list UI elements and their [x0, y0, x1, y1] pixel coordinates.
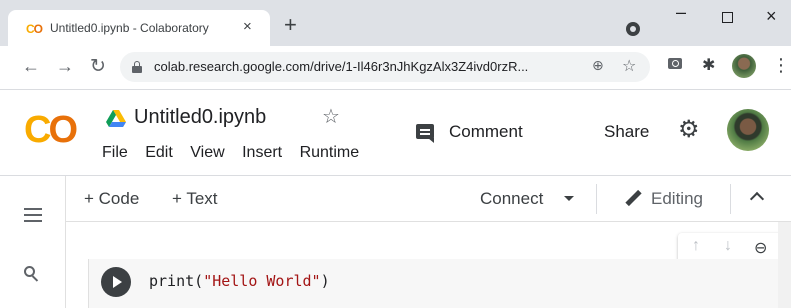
lock-icon[interactable]: [132, 61, 142, 73]
reload-icon[interactable]: ↻: [90, 55, 106, 78]
left-sidebar: [0, 176, 66, 308]
add-code-button[interactable]: + Code: [84, 189, 139, 209]
connect-button[interactable]: Connect: [480, 189, 543, 209]
account-avatar[interactable]: [727, 109, 769, 151]
window-close-button[interactable]: ×: [766, 6, 777, 27]
menu-view[interactable]: View: [190, 144, 224, 162]
code-editor[interactable]: print("Hello World"): [149, 272, 330, 290]
add-text-button[interactable]: + Text: [172, 189, 218, 209]
move-cell-up-icon[interactable]: ↑: [692, 237, 700, 255]
window-minimize-button[interactable]: –: [676, 2, 686, 23]
menu-bar: File Edit View Insert Runtime: [102, 144, 372, 162]
address-bar[interactable]: colab.research.google.com/drive/1-Il46r3…: [120, 52, 650, 82]
table-of-contents-icon[interactable]: [24, 208, 42, 222]
run-cell-button[interactable]: [101, 267, 131, 297]
toolbar-divider: [730, 184, 731, 214]
colab-header: CO Untitled0.ipynb ☆ File Edit View Inse…: [0, 90, 791, 176]
menu-edit[interactable]: Edit: [145, 144, 173, 162]
menu-dots-icon[interactable]: ⋮: [772, 55, 790, 76]
notebook-cells: ↑ ↓ ⊖ print("Hello World"): [66, 222, 791, 308]
forward-arrow-icon[interactable]: →: [56, 56, 74, 77]
star-icon[interactable]: ☆: [322, 104, 340, 129]
bookmark-star-icon[interactable]: ☆: [622, 56, 636, 76]
puzzle-icon[interactable]: ✱: [702, 55, 715, 75]
tab-close-icon[interactable]: ×: [243, 18, 252, 35]
comment-label: Comment: [449, 122, 523, 141]
back-arrow-icon[interactable]: ←: [22, 56, 40, 77]
notebook-title[interactable]: Untitled0.ipynb: [134, 106, 266, 129]
editing-mode-label[interactable]: Editing: [651, 189, 703, 209]
browser-tab[interactable]: CO Untitled0.ipynb - Colaboratory ×: [8, 10, 270, 46]
url-text[interactable]: colab.research.google.com/drive/1-Il46r3…: [154, 59, 528, 74]
window-maximize-button[interactable]: [722, 12, 733, 23]
browser-toolbar: ← → ↻ colab.research.google.com/drive/1-…: [0, 46, 791, 90]
new-tab-button[interactable]: +: [284, 14, 297, 36]
share-button[interactable]: Share: [604, 122, 649, 142]
google-drive-icon[interactable]: [106, 110, 126, 128]
search-icon[interactable]: [24, 266, 40, 282]
chevron-up-icon[interactable]: [749, 191, 765, 207]
chevron-down-icon[interactable]: [564, 196, 574, 201]
colab-favicon-icon: CO: [26, 22, 43, 36]
move-cell-down-icon[interactable]: ↓: [724, 237, 732, 255]
menu-insert[interactable]: Insert: [242, 144, 282, 162]
tab-search-icon[interactable]: [626, 22, 640, 36]
zoom-icon[interactable]: ⊕: [592, 57, 604, 74]
tab-title: Untitled0.ipynb - Colaboratory: [50, 21, 209, 35]
toolbar-divider: [596, 184, 597, 214]
gear-icon[interactable]: ⚙: [678, 118, 700, 142]
code-function: print(: [149, 272, 204, 290]
code-close-paren: ): [320, 272, 330, 290]
comment-icon: [416, 124, 434, 143]
colab-logo[interactable]: CO: [24, 110, 78, 150]
scrollbar[interactable]: [778, 222, 791, 308]
code-string: "Hello World": [203, 272, 321, 290]
link-icon[interactable]: ⊖: [754, 238, 767, 258]
camera-icon[interactable]: [668, 58, 682, 69]
code-cell[interactable]: print("Hello World"): [88, 259, 778, 308]
menu-file[interactable]: File: [102, 144, 128, 162]
menu-runtime[interactable]: Runtime: [300, 144, 360, 162]
pencil-icon: [624, 189, 642, 208]
browser-tab-strip: CO Untitled0.ipynb - Colaboratory × + – …: [0, 0, 791, 46]
notebook-toolbar: + Code + Text Connect Editing: [66, 176, 791, 222]
avatar[interactable]: [732, 54, 756, 78]
